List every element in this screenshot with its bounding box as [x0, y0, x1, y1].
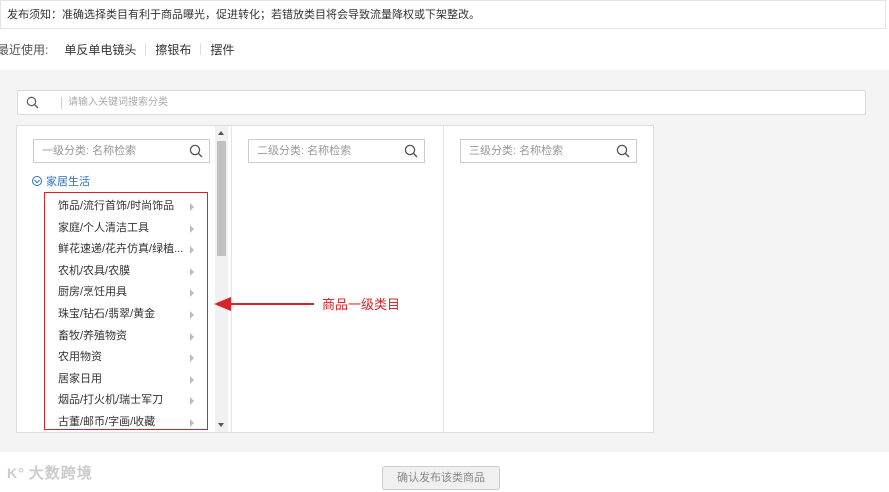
scroll-down-icon[interactable] [218, 423, 224, 427]
global-search-input[interactable] [68, 91, 848, 114]
level2-column [231, 126, 443, 432]
recent-label: 最近使用: [0, 43, 49, 57]
category-panel: 家居生活 饰品/流行首饰/时尚饰品 家庭/个人清洁工具 鲜花速递/花卉仿真/绿植… [0, 70, 889, 452]
search-icon[interactable] [189, 144, 203, 163]
recent-item[interactable]: 单反单电镜头 [64, 43, 136, 57]
scrollbar-thumb[interactable] [217, 141, 226, 256]
divider [145, 43, 147, 55]
brand-logo: K° [7, 465, 25, 481]
arrow-left-icon [214, 297, 231, 311]
category-columns: 家居生活 饰品/流行首饰/时尚饰品 家庭/个人清洁工具 鲜花速递/花卉仿真/绿植… [16, 125, 654, 433]
level3-search-input[interactable] [469, 140, 609, 162]
level1-column: 家居生活 饰品/流行首饰/时尚饰品 家庭/个人清洁工具 鲜花速递/花卉仿真/绿植… [17, 126, 229, 432]
recent-used: 最近使用: 单反单电镜头 擦银布 摆件 [0, 40, 234, 60]
global-search-box [17, 90, 866, 115]
watermark-text: 大数跨境 [28, 465, 93, 482]
search-icon [26, 96, 39, 114]
level1-search-input[interactable] [42, 140, 182, 162]
annotation-label: 商品一级类目 [322, 297, 401, 312]
level3-column [443, 126, 654, 432]
highlight-box [44, 192, 208, 430]
publish-notice: 发布须知：准确选择类目有利于商品曝光，促进转化；若错放类目将会导致流量降权或下架… [0, 0, 886, 29]
level1-search-box [33, 139, 210, 163]
annotation-arrow-line [230, 303, 314, 305]
chevron-down-icon [32, 176, 42, 186]
search-icon[interactable] [404, 144, 418, 163]
level2-search-input[interactable] [257, 140, 397, 162]
divider [200, 43, 202, 55]
tree-root-item[interactable]: 家居生活 [32, 175, 90, 189]
scroll-up-icon[interactable] [218, 131, 224, 135]
recent-item[interactable]: 擦银布 [155, 43, 191, 57]
level2-search-box [248, 139, 425, 163]
scrollbar[interactable] [215, 126, 228, 432]
watermark: K° 大数跨境 [7, 462, 93, 483]
tree-root-label: 家居生活 [46, 176, 90, 188]
divider [61, 97, 62, 109]
search-icon[interactable] [616, 144, 630, 163]
confirm-publish-button[interactable]: 确认发布该类商品 [382, 466, 500, 490]
recent-item[interactable]: 摆件 [210, 43, 234, 57]
level3-search-box [460, 139, 637, 163]
